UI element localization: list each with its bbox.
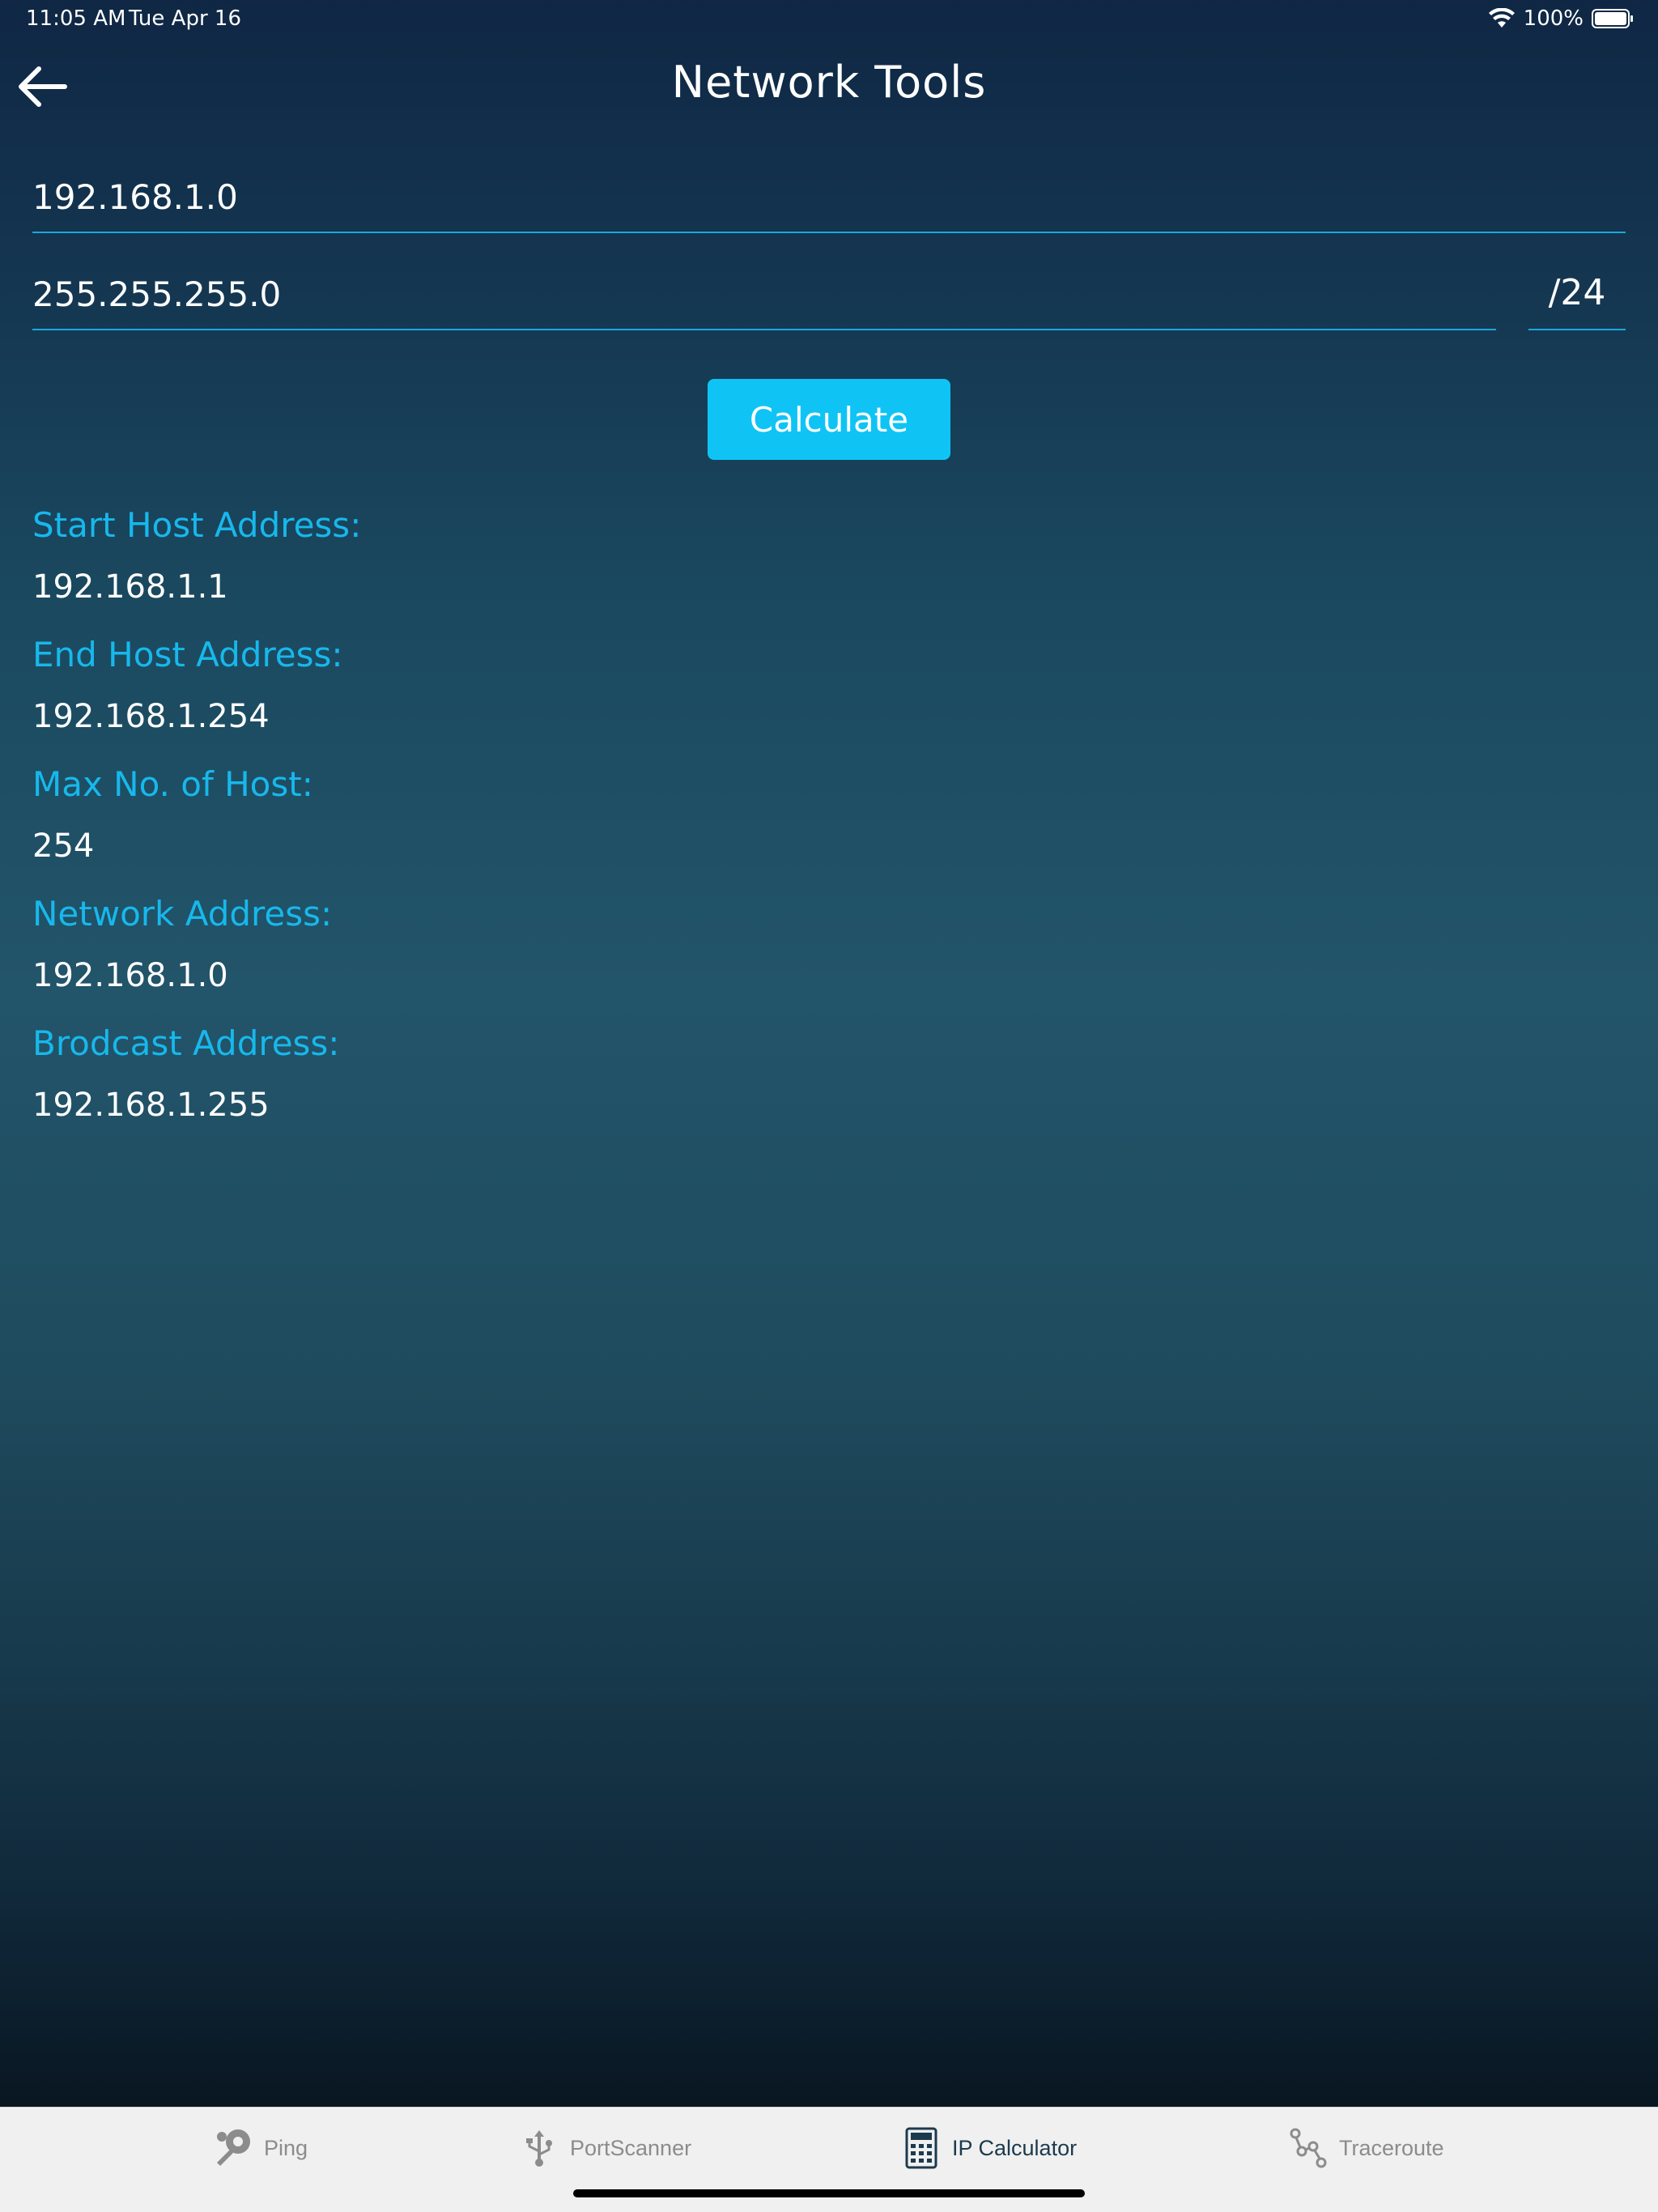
broadcast-address-value: 192.168.1.255: [32, 1087, 270, 1124]
network-address-value: 192.168.1.0: [32, 957, 228, 994]
home-indicator: [573, 2189, 1085, 2197]
ip-address-input[interactable]: [32, 172, 1626, 233]
status-time: 11:05 AM: [26, 6, 126, 31]
status-date: Tue Apr 16: [129, 6, 242, 31]
calculate-button[interactable]: Calculate: [708, 379, 950, 460]
battery-icon: [1592, 9, 1633, 28]
tab-ip-calculator[interactable]: IP Calculator: [900, 2108, 1077, 2189]
cidr-prefix-value: /24: [1548, 272, 1606, 313]
status-indicators: 100%: [1488, 6, 1634, 31]
max-hosts-value: 254: [32, 827, 95, 865]
tab-ip-calculator-label: IP Calculator: [952, 2135, 1078, 2160]
end-host-label: End Host Address:: [32, 635, 343, 674]
tab-portscanner[interactable]: PortScanner: [518, 2108, 691, 2189]
tab-portscanner-label: PortScanner: [570, 2135, 692, 2160]
max-hosts-label: Max No. of Host:: [32, 764, 313, 804]
network-address-label: Network Address:: [32, 894, 333, 934]
route-icon: [1290, 2128, 1327, 2168]
wifi-icon: [1488, 8, 1515, 28]
subnet-mask-input[interactable]: [32, 269, 1496, 330]
calculator-icon: [905, 2127, 937, 2169]
page-title: Network Tools: [671, 57, 987, 108]
battery-percent: 100%: [1523, 6, 1584, 31]
end-host-value: 192.168.1.254: [32, 698, 270, 735]
usb-icon: [526, 2130, 552, 2167]
cidr-prefix-field[interactable]: /24: [1528, 269, 1626, 330]
tab-ping-label: Ping: [264, 2135, 308, 2160]
start-host-label: Start Host Address:: [32, 505, 362, 545]
tab-ping[interactable]: Ping: [212, 2108, 308, 2189]
broadcast-address-label: Brodcast Address:: [32, 1023, 340, 1063]
tab-traceroute-label: Traceroute: [1339, 2135, 1444, 2160]
tab-traceroute[interactable]: Traceroute: [1287, 2108, 1444, 2189]
ping-pong-icon: [217, 2129, 250, 2166]
status-bar: 11:05 AM Tue Apr 16 100%: [0, 0, 1658, 39]
start-host-value: 192.168.1.1: [32, 568, 228, 606]
